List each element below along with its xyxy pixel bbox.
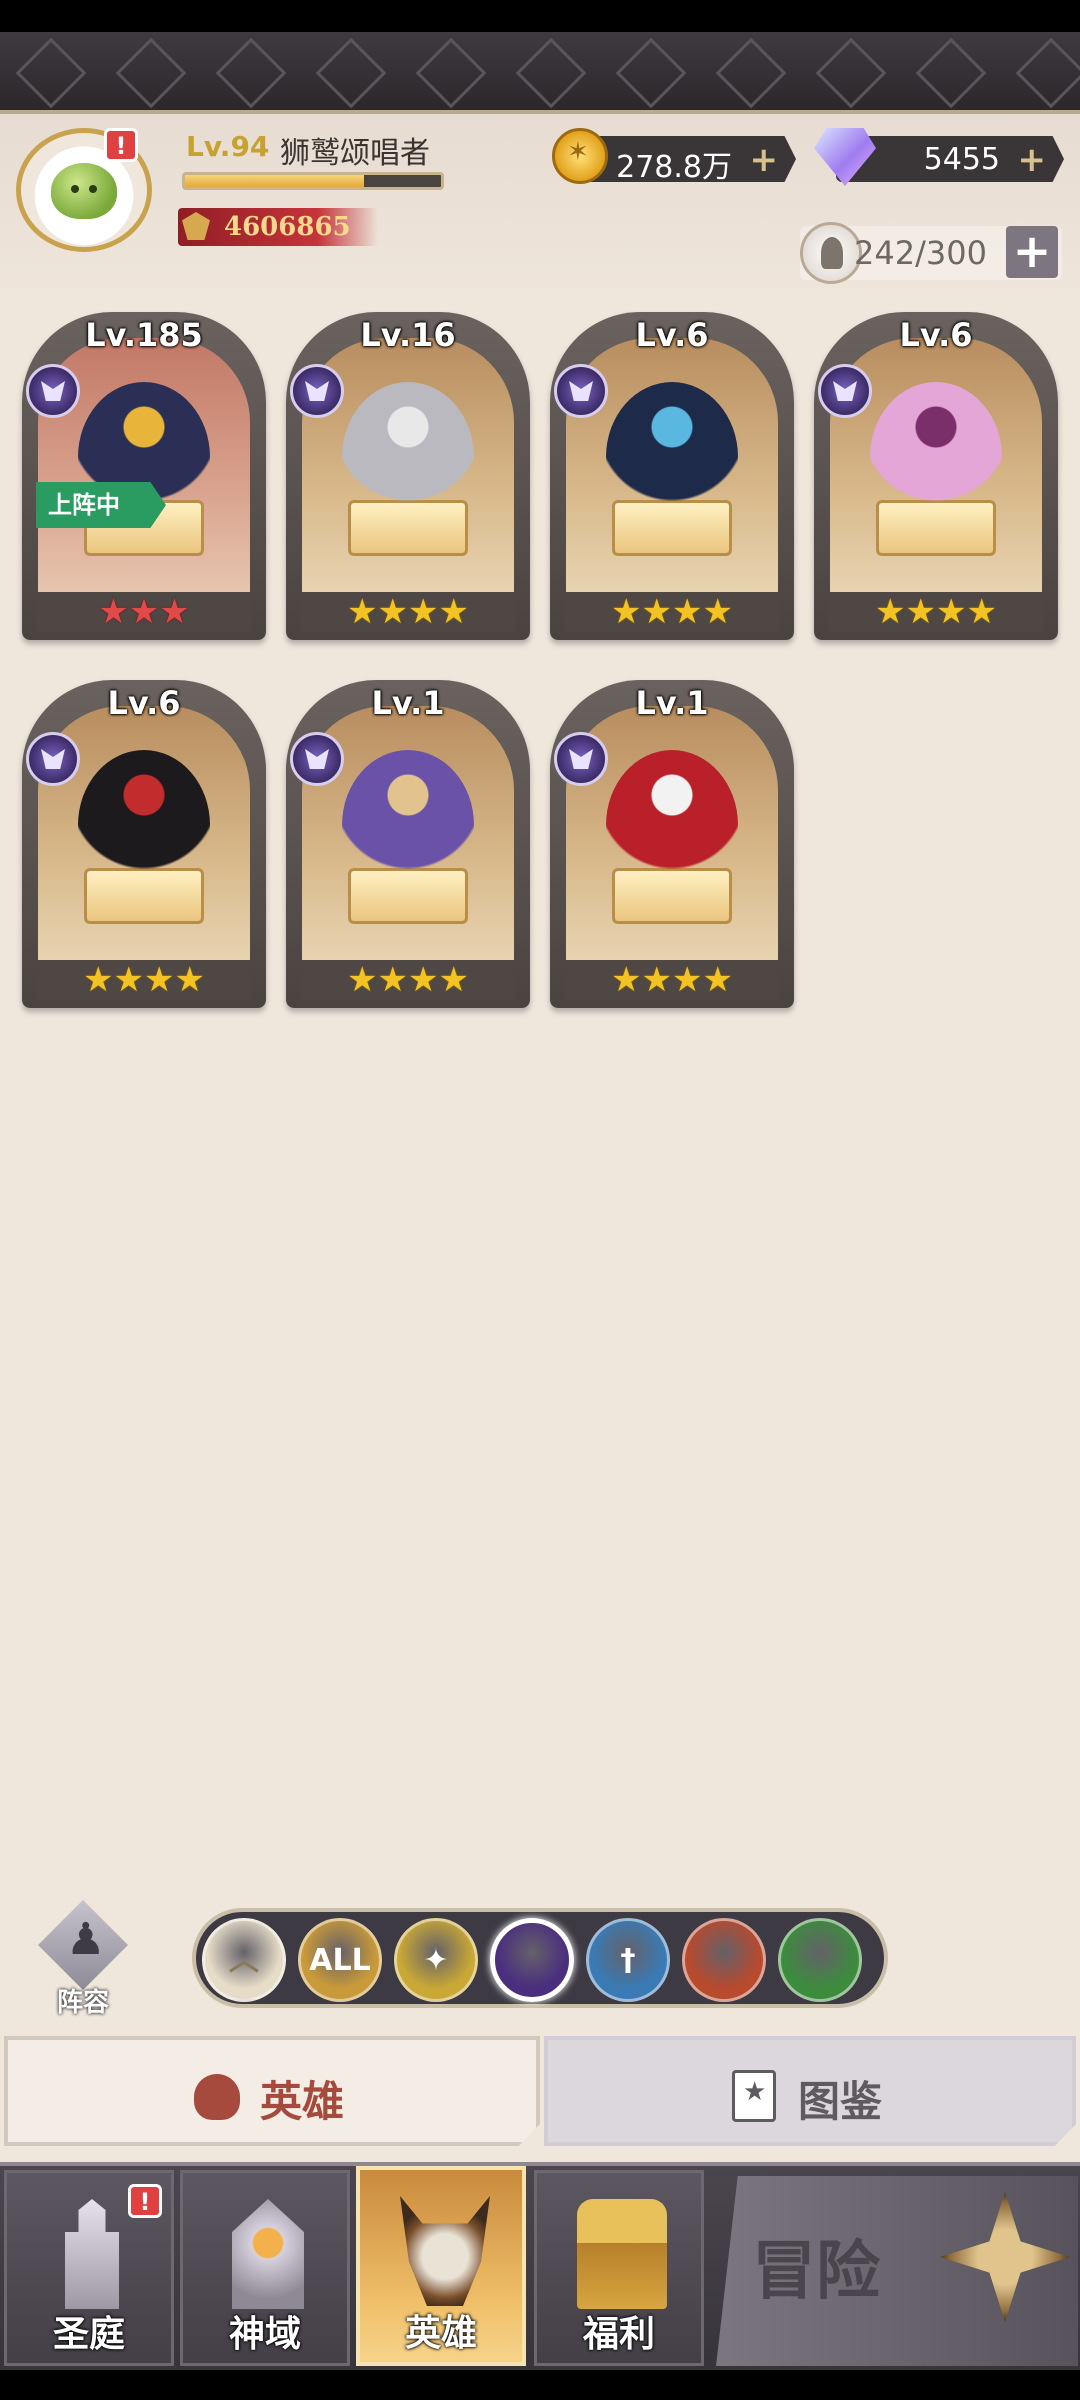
status-bar <box>0 0 1080 32</box>
adventure-label: 冒险 <box>752 2234 880 2309</box>
hero-stars: ★★★ <box>36 592 252 632</box>
dark-element-icon <box>554 364 608 418</box>
tab-hero[interactable]: 英雄 <box>4 2036 540 2146</box>
hero-sprite <box>606 750 738 900</box>
hero-stars: ★★★★ <box>564 960 780 1000</box>
pawn-icon <box>38 1900 128 1990</box>
filter-holy-icon[interactable]: † <box>586 1918 670 2002</box>
hero-level: Lv.16 <box>360 316 456 354</box>
hero-sprite <box>606 382 738 532</box>
dark-element-icon <box>290 364 344 418</box>
tab-codex[interactable]: 图鉴 <box>544 2036 1076 2146</box>
band-ornament <box>515 37 587 109</box>
player-name: 狮鹫颂唱者 <box>280 136 430 171</box>
combat-power: 4606865 <box>178 208 378 246</box>
nav-hero[interactable]: 英雄 <box>356 2166 526 2366</box>
band-ornament <box>415 37 487 109</box>
hero-stars: ★★★★ <box>300 592 516 632</box>
band-ornament <box>815 37 887 109</box>
gold-coin-icon <box>552 128 608 184</box>
hero-stars: ★★★★ <box>36 960 252 1000</box>
hero-stars: ★★★★ <box>300 960 516 1000</box>
hero-card[interactable]: Lv.16 ★★★★ <box>286 312 530 640</box>
hero-level: Lv.185 <box>85 316 203 354</box>
tab-hero-label: 英雄 <box>260 2077 345 2126</box>
hero-card[interactable]: Lv.1 ★★★★ <box>550 680 794 1008</box>
hero-sprite <box>342 750 474 900</box>
crystal-shrine-icon <box>232 2199 304 2309</box>
filter-light-icon[interactable]: ✦ <box>394 1918 478 2002</box>
horned-helmet-icon <box>400 2196 490 2306</box>
nav-domain[interactable]: 神域 <box>180 2170 350 2366</box>
top-decorative-band <box>0 32 1080 114</box>
filter-dark-icon[interactable] <box>490 1918 574 2002</box>
hero-helmet-icon <box>194 2074 240 2120</box>
band-ornament <box>1015 37 1080 109</box>
system-nav-bar <box>0 2370 1080 2400</box>
gem-value: 5455 <box>923 142 1000 177</box>
hero-sprite <box>78 750 210 900</box>
band-ornament <box>715 37 787 109</box>
hero-level: Lv.1 <box>635 684 709 722</box>
player-level: Lv.94 <box>186 130 270 163</box>
xp-progress-fill <box>185 175 365 187</box>
dark-element-icon <box>26 732 80 786</box>
power-icon <box>182 212 210 240</box>
dark-element-icon <box>26 364 80 418</box>
hero-level: Lv.1 <box>371 684 445 722</box>
band-ornament <box>915 37 987 109</box>
xp-progress-bar <box>182 172 444 190</box>
nav-welfare[interactable]: 福利 <box>534 2170 704 2366</box>
nav-welfare-label: 福利 <box>582 2314 655 2355</box>
hero-card[interactable]: Lv.6 ★★★★ <box>550 312 794 640</box>
dark-element-icon <box>818 364 872 418</box>
filter-all-icon[interactable]: ALL <box>298 1918 382 2002</box>
court-alert-badge: ! <box>128 2184 162 2218</box>
dark-element-icon <box>554 732 608 786</box>
element-filter-bar: ︿ ALL ✦ † <box>192 1908 888 2008</box>
hero-card[interactable]: Lv.6 ★★★★ <box>22 680 266 1008</box>
band-ornament <box>215 37 287 109</box>
nav-domain-label: 神域 <box>228 2314 301 2355</box>
hero-level: Lv.6 <box>635 316 709 354</box>
nav-hero-label: 英雄 <box>404 2313 477 2354</box>
castle-icon <box>65 2199 119 2309</box>
adventure-button[interactable]: 冒险 <box>716 2176 1078 2366</box>
dark-element-icon <box>290 732 344 786</box>
band-ornament <box>315 37 387 109</box>
hero-sprite <box>870 382 1002 532</box>
filter-collapse-icon[interactable]: ︿ <box>202 1918 286 2002</box>
filter-beast-icon[interactable] <box>682 1918 766 2002</box>
band-ornament <box>115 37 187 109</box>
slime-avatar-icon <box>51 163 117 219</box>
combat-power-value: 4606865 <box>224 212 351 242</box>
band-ornament <box>15 37 87 109</box>
hero-stars: ★★★★ <box>564 592 780 632</box>
hero-card[interactable]: Lv.1 ★★★★ <box>286 680 530 1008</box>
hero-stars: ★★★★ <box>828 592 1044 632</box>
nav-court-label: 圣庭 <box>52 2314 125 2355</box>
capacity-value: 242/300 <box>854 234 987 272</box>
add-gold-icon[interactable]: + <box>750 140 779 180</box>
hero-level: Lv.6 <box>107 684 181 722</box>
hero-level: Lv.6 <box>899 316 973 354</box>
compass-icon <box>940 2192 1070 2322</box>
add-gem-icon[interactable]: + <box>1018 140 1047 180</box>
hero-sprite <box>342 382 474 532</box>
expand-capacity-button[interactable]: + <box>1006 226 1058 278</box>
hero-capacity: 242/300 + <box>800 222 1062 284</box>
filter-nature-icon[interactable] <box>778 1918 862 2002</box>
codex-book-icon <box>732 2070 776 2122</box>
hero-card[interactable]: Lv.6 ★★★★ <box>814 312 1058 640</box>
tab-codex-label: 图鉴 <box>798 2077 883 2126</box>
treasure-chest-icon <box>577 2199 667 2309</box>
gold-value: 278.8万 <box>616 150 732 185</box>
capacity-icon <box>800 222 862 284</box>
band-ornament <box>615 37 687 109</box>
deployed-badge: 上阵中 <box>36 482 166 528</box>
lineup-button[interactable]: 阵容 <box>28 1900 138 2018</box>
hero-card[interactable]: Lv.185 上阵中 ★★★ <box>22 312 266 640</box>
lineup-label: 阵容 <box>56 1988 109 2018</box>
avatar-alert-badge: ! <box>104 128 138 162</box>
